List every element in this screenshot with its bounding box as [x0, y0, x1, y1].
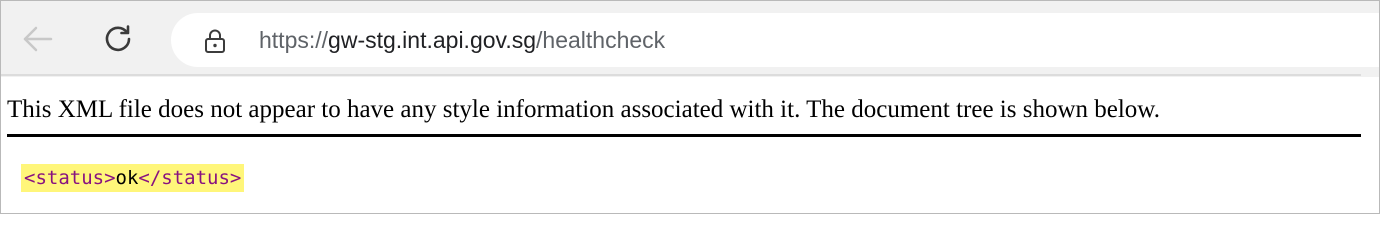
toolbar-divider [1, 74, 1361, 76]
address-bar[interactable]: https://gw-stg.int.api.gov.sg/healthchec… [171, 13, 1379, 67]
xml-tree-line: <status>ok</status> [21, 164, 245, 192]
browser-toolbar: https://gw-stg.int.api.gov.sg/healthchec… [1, 1, 1379, 77]
reload-icon [105, 25, 131, 52]
url-scheme: https:// [259, 27, 329, 53]
xml-style-notice: This XML file does not appear to have an… [7, 96, 1160, 123]
site-info-button[interactable] [203, 28, 227, 54]
browser-window: https://gw-stg.int.api.gov.sg/healthchec… [0, 0, 1380, 214]
back-button[interactable] [20, 21, 56, 57]
notice-divider [7, 134, 1361, 137]
url-path: /healthcheck [536, 27, 666, 53]
xml-open-tag: <status> [24, 167, 116, 189]
url-text[interactable]: https://gw-stg.int.api.gov.sg/healthchec… [259, 26, 665, 54]
lock-icon [205, 29, 225, 53]
xml-close-tag: </status> [138, 167, 242, 189]
page-content: This XML file does not appear to have an… [1, 77, 1379, 213]
url-host: gw-stg.int.api.gov.sg [328, 27, 537, 53]
reload-button[interactable] [100, 21, 136, 57]
xml-text-value: ok [115, 167, 139, 189]
back-arrow-icon [23, 26, 53, 52]
